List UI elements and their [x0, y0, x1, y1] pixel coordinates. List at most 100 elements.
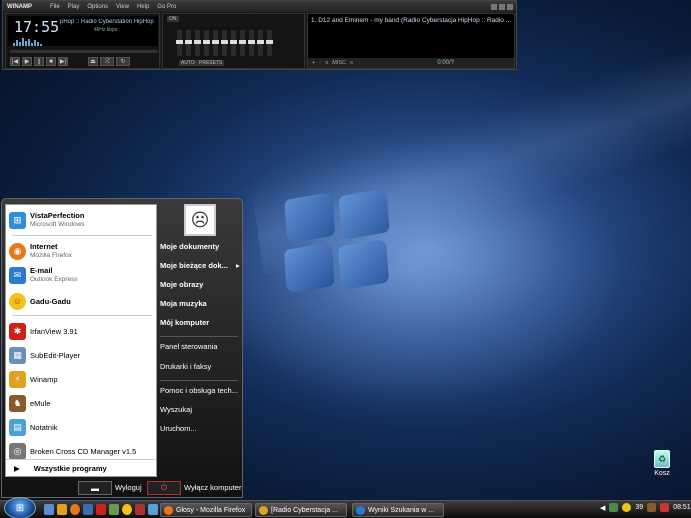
pinned-email[interactable]: ✉ E-mail Outlook Express: [9, 265, 155, 285]
eq-slider[interactable]: [176, 30, 183, 56]
start-menu: ⊞ VistaPerfection Microsoft Windows ◉ Int…: [1, 198, 243, 498]
explorer-icon[interactable]: [83, 504, 93, 515]
windows-logo-icon: ⊞: [9, 211, 26, 229]
shade-icon[interactable]: [499, 3, 505, 10]
folder-icon[interactable]: [148, 504, 158, 515]
eq-slider[interactable]: [185, 30, 192, 56]
minimize-icon[interactable]: [491, 3, 497, 10]
winamp-visualizer[interactable]: [13, 38, 53, 46]
eq-slider[interactable]: [203, 30, 210, 56]
next-icon[interactable]: ▶|: [58, 57, 68, 66]
user-avatar[interactable]: ☹: [184, 204, 216, 236]
start-button[interactable]: ⊞: [4, 497, 36, 518]
link-panel-sterowania[interactable]: Panel sterowania: [160, 342, 218, 351]
antivirus-icon[interactable]: [660, 503, 670, 512]
pinned-gadu-gadu[interactable]: ☺ Gadu-Gadu: [9, 291, 155, 311]
eq-auto-button[interactable]: AUTO: [179, 60, 197, 66]
pinned-internet[interactable]: ◉ Internet Mozilla Firefox: [9, 241, 155, 261]
eq-slider[interactable]: [248, 30, 255, 56]
winamp-menu-file[interactable]: File: [50, 4, 60, 10]
emule-icon[interactable]: [647, 503, 657, 512]
winamp-titlebar[interactable]: WINAMP File Play Options View Help Go Pr…: [3, 1, 516, 12]
pl-remove-button[interactable]: -: [319, 60, 321, 66]
winamp-menu-view[interactable]: View: [116, 4, 129, 10]
recycle-bin[interactable]: ♻ Kosz: [645, 450, 679, 477]
firefox-icon[interactable]: [70, 504, 80, 515]
eq-slider[interactable]: [266, 30, 273, 56]
shutdown-button[interactable]: ⏻: [147, 481, 181, 495]
eq-slider[interactable]: [230, 30, 237, 56]
play-icon[interactable]: ▶: [22, 57, 32, 66]
shuffle-icon[interactable]: ⤮: [100, 57, 114, 66]
recent-notatnik[interactable]: ▤ Notatnik: [9, 417, 155, 437]
link-moje-dokumenty[interactable]: Moje dokumenty: [160, 242, 219, 251]
winamp-menu-help[interactable]: Help: [137, 4, 149, 10]
pl-misc-button[interactable]: MISC: [332, 60, 346, 66]
pinned-subtitle: Outlook Express: [30, 276, 78, 283]
pl-list-button[interactable]: ≡: [350, 60, 353, 66]
recent-cd-manager[interactable]: ◎ Broken Cross CD Manager v1.5: [9, 441, 155, 461]
eq-slider[interactable]: [257, 30, 264, 56]
taskbar-button-firefox[interactable]: Głosy - Mozilla Firefox: [160, 503, 252, 517]
link-moj-komputer[interactable]: Mój komputer: [160, 318, 209, 327]
link-moja-muzyka[interactable]: Moja muzyka: [160, 299, 207, 308]
link-pomoc[interactable]: Pomoc i obsługa tech...: [160, 386, 238, 395]
quick-launch: [44, 504, 158, 515]
taskbar-button-search[interactable]: Wyniki Szukania w ...: [352, 503, 444, 517]
show-desktop-icon[interactable]: [44, 504, 54, 515]
gadu-gadu-icon[interactable]: [122, 504, 132, 515]
recent-winamp[interactable]: ⚡ Winamp: [9, 369, 155, 389]
pause-icon[interactable]: ∥: [34, 57, 44, 66]
logoff-label[interactable]: Wyloguj: [115, 483, 142, 492]
winamp-time[interactable]: 17:55: [14, 18, 59, 36]
eject-icon[interactable]: ⏏: [88, 57, 98, 66]
recent-subedit[interactable]: ▦ SubEdit-Player: [9, 345, 155, 365]
winamp-icon[interactable]: [57, 504, 67, 515]
chevron-left-icon[interactable]: ◀: [600, 504, 605, 512]
divider: [12, 315, 152, 316]
gadu-gadu-icon[interactable]: [622, 503, 632, 512]
link-wyszukaj[interactable]: Wyszukaj: [160, 405, 192, 414]
pinned-title: E-mail: [30, 266, 53, 275]
winamp-menu-gopro[interactable]: Go Pro: [157, 4, 176, 10]
previous-icon[interactable]: |◀: [10, 57, 20, 66]
eq-slider[interactable]: [239, 30, 246, 56]
taskbar-button-winamp[interactable]: [Radio Cyberstacja ...: [255, 503, 347, 517]
messenger-icon[interactable]: [135, 504, 145, 515]
link-drukarki[interactable]: Drukarki i faksy: [160, 362, 211, 371]
link-uruchom[interactable]: Uruchom...: [160, 424, 197, 433]
pinned-vistaperfection[interactable]: ⊞ VistaPerfection Microsoft Windows: [9, 210, 155, 230]
winamp-menu-options[interactable]: Options: [87, 4, 108, 10]
pl-add-button[interactable]: +: [312, 60, 315, 66]
winamp-window[interactable]: WINAMP File Play Options View Help Go Pr…: [2, 0, 517, 70]
winamp-seek-bar[interactable]: [10, 50, 158, 53]
network-icon[interactable]: [609, 503, 619, 512]
winamp-playlist[interactable]: 1. D12 and Eminem - my band (Radio Cyber…: [307, 13, 515, 69]
eq-slider[interactable]: [194, 30, 201, 56]
logoff-button[interactable]: ▬: [78, 481, 112, 495]
winamp-menu-play[interactable]: Play: [68, 4, 80, 10]
link-moje-biezace-dokumenty[interactable]: Moje bieżące dok...: [160, 261, 228, 270]
eq-sliders[interactable]: [176, 30, 273, 56]
eq-presets-button[interactable]: PRESETS: [197, 60, 225, 66]
link-moje-obrazy[interactable]: Moje obrazy: [160, 280, 203, 289]
pl-select-button[interactable]: ≡: [325, 60, 328, 66]
stop-icon[interactable]: ■: [46, 57, 56, 66]
taskbar: ⊞ Głosy - Mozilla Firefox [Radio Cyberst…: [0, 497, 691, 518]
eq-on-button[interactable]: ON: [167, 16, 179, 22]
playlist-item[interactable]: 1. D12 and Eminem - my band (Radio Cyber…: [311, 17, 511, 24]
all-programs-button[interactable]: ▶ Wszystkie programy: [6, 459, 156, 476]
recent-irfanview[interactable]: ✱ IrfanView 3.91: [9, 321, 155, 341]
recent-emule[interactable]: ♞ eMule: [9, 393, 155, 413]
recent-label: Notatnik: [30, 422, 58, 432]
close-icon[interactable]: [507, 3, 513, 10]
irfanview-icon[interactable]: [96, 504, 106, 515]
media-icon[interactable]: [109, 504, 119, 515]
eq-slider[interactable]: [221, 30, 228, 56]
repeat-icon[interactable]: ↻: [116, 57, 130, 66]
shutdown-label[interactable]: Wyłącz komputer: [184, 483, 241, 492]
taskbar-button-label: Wyniki Szukania w ...: [368, 506, 435, 514]
taskbar-button-label: Głosy - Mozilla Firefox: [176, 506, 246, 514]
eq-slider[interactable]: [212, 30, 219, 56]
clock[interactable]: 08:51: [673, 504, 691, 511]
